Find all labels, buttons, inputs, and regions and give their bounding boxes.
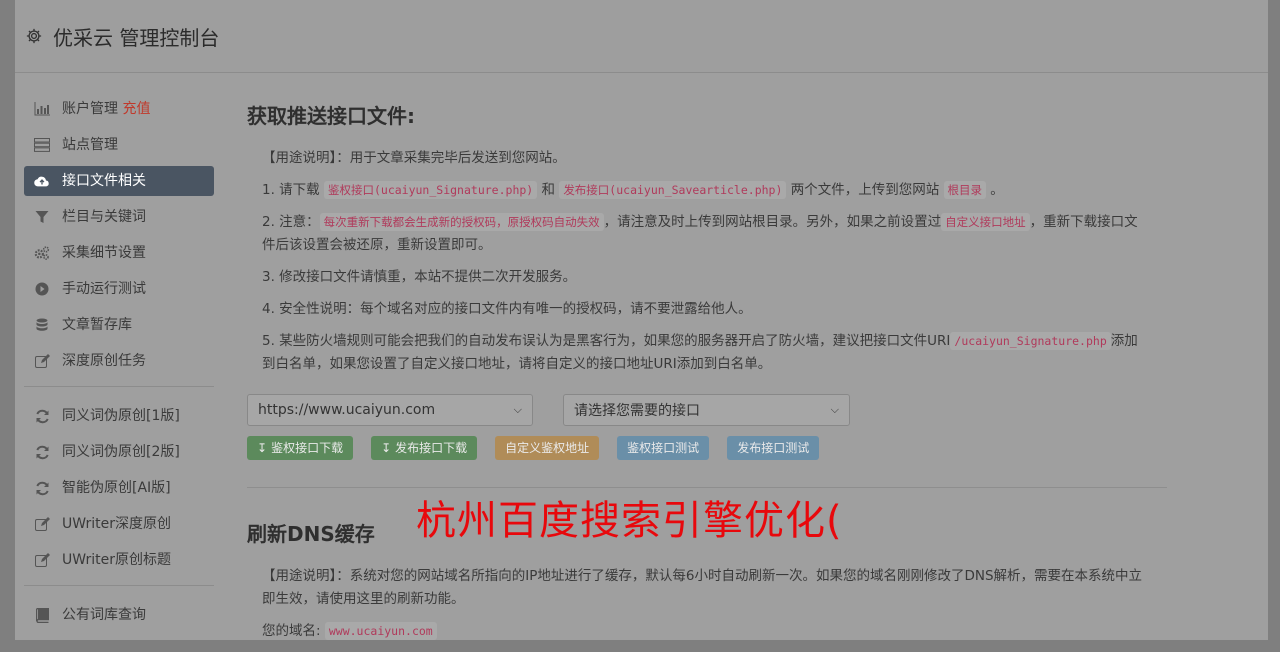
filter-icon xyxy=(34,209,50,225)
sidebar-item-synonym-v2[interactable]: 同义词伪原创[2版] xyxy=(24,437,214,467)
sidebar-item-label: 智能伪原创[AI版] xyxy=(62,480,171,496)
instruction-3: 3. 修改接口文件请慎重，本站不提供二次开发服务。 xyxy=(262,269,577,285)
sidebar-item-label: 接口文件相关 xyxy=(62,173,146,189)
code-auth-warning: 每次重新下载都会生成新的授权码，原授权码自动失效 xyxy=(319,213,604,231)
sidebar-item-label: 公有词库查询 xyxy=(62,607,146,623)
download-publish-button[interactable]: ↧ 发布接口下载 xyxy=(371,436,478,460)
domain-value: www.ucaiyun.com xyxy=(324,622,437,640)
sidebar-item-ai-rewrite[interactable]: 智能伪原创[AI版] xyxy=(24,473,214,503)
download-icon: ↧ xyxy=(257,441,268,455)
button-row: ↧ 鉴权接口下载 ↧ 发布接口下载 自定义鉴权地址 鉴权接口测试 发布接口测试 xyxy=(247,436,1147,460)
sidebar-item-article-storage[interactable]: 文章暂存库 xyxy=(24,310,214,340)
dns-usage-note: 【用途说明】：系统对您的网站域名所指向的IP地址进行了缓存，默认每6小时自动刷新… xyxy=(262,568,1143,607)
play-circle-icon xyxy=(34,281,50,297)
sidebar-item-label: 栏目与关键词 xyxy=(62,209,146,225)
app-title: 优采云 管理控制台 xyxy=(53,25,220,50)
instruction-2: 2. 注意： 每次重新下载都会生成新的授权码，原授权码自动失效 ，请注意及时上传到网… xyxy=(262,213,1138,253)
sidebar-item-public-lexicon[interactable]: 公有词库查询 xyxy=(24,600,214,630)
sidebar-item-synonym-v1[interactable]: 同义词伪原创[1版] xyxy=(24,401,214,431)
download-signature-button[interactable]: ↧ 鉴权接口下载 xyxy=(247,436,354,460)
chevron-down-icon: ⌵ xyxy=(830,403,839,416)
sidebar-item-label: 同义词伪原创[2版] xyxy=(62,444,180,460)
main-content: 获取推送接口文件: 【用途说明】：用于文章采集完毕后发送到您网站。 1. 请下载… xyxy=(247,100,1167,652)
sidebar: 账户管理 充值 站点管理 接口文件相关 栏目与关键词 采集细节设置 手动运行测试… xyxy=(24,94,214,636)
chevron-down-icon: ⌵ xyxy=(513,403,522,416)
sidebar-item-label: 站点管理 xyxy=(62,137,118,153)
sidebar-item-label: 深度原创任务 xyxy=(62,353,146,369)
sidebar-item-label: UWriter原创标题 xyxy=(62,552,171,568)
test-signature-button[interactable]: 鉴权接口测试 xyxy=(617,436,710,460)
instruction-4: 4. 安全性说明：每个域名对应的接口文件内有唯一的授权码，请不要泄露给他人。 xyxy=(262,301,752,317)
sidebar-divider xyxy=(24,585,214,586)
database-icon xyxy=(34,317,50,333)
code-signature-uri: /ucaiyun_Signature.php xyxy=(950,332,1111,350)
sidebar-item-categories[interactable]: 栏目与关键词 xyxy=(24,202,214,232)
refresh-icon xyxy=(34,444,50,460)
test-publish-button[interactable]: 发布接口测试 xyxy=(727,436,820,460)
sidebar-item-uwriter-title[interactable]: UWriter原创标题 xyxy=(24,545,214,575)
overlay-watermark-text: 杭州百度搜索引擎优化( xyxy=(416,498,843,544)
select-row: https://www.ucaiyun.com ⌵ 请选择您需要的接口 ⌵ xyxy=(247,394,1147,426)
server-icon xyxy=(34,137,50,153)
domain-label: 您的域名: xyxy=(262,623,321,639)
sidebar-item-label: 同义词伪原创[1版] xyxy=(62,408,180,424)
edit-icon xyxy=(34,552,50,568)
section-title-interface: 获取推送接口文件: xyxy=(247,104,415,128)
cogs-icon xyxy=(34,245,50,261)
refresh-icon xyxy=(34,408,50,424)
instruction-1: 1. 请下载 鉴权接口(ucaiyun_Signature.php) 和 发布接… xyxy=(262,181,1004,199)
code-custom-url: 自定义接口地址 xyxy=(941,213,1030,231)
sidebar-item-deep-original[interactable]: 深度原创任务 xyxy=(24,346,214,376)
sidebar-item-label: UWriter深度原创 xyxy=(62,516,171,532)
custom-auth-url-button[interactable]: 自定义鉴权地址 xyxy=(495,436,600,460)
code-signature-file: 鉴权接口(ucaiyun_Signature.php) xyxy=(323,181,538,199)
sidebar-item-uwriter-deep[interactable]: UWriter深度原创 xyxy=(24,509,214,539)
book-icon xyxy=(34,607,50,623)
sidebar-item-sites[interactable]: 站点管理 xyxy=(24,130,214,160)
sidebar-item-label: 文章暂存库 xyxy=(62,317,132,333)
topup-link[interactable]: 充值 xyxy=(122,101,150,117)
sidebar-item-label: 手动运行测试 xyxy=(62,281,146,297)
download-icon: ↧ xyxy=(381,441,392,455)
top-bar: 优采云 管理控制台 xyxy=(15,0,1268,73)
instruction-5: 5. 某些防火墙规则可能会把我们的自动发布误认为是黑客行为，如果您的服务器开启了… xyxy=(262,332,1138,372)
api-select-value: 请选择您需要的接口 xyxy=(574,403,700,419)
brand[interactable]: 优采云 管理控制台 xyxy=(25,22,219,51)
site-select[interactable]: https://www.ucaiyun.com ⌵ xyxy=(247,394,533,426)
gear-icon xyxy=(26,28,42,44)
sidebar-item-account[interactable]: 账户管理 充值 xyxy=(24,94,214,124)
cloud-upload-icon xyxy=(34,173,50,189)
sidebar-item-collect-settings[interactable]: 采集细节设置 xyxy=(24,238,214,268)
edit-icon xyxy=(34,516,50,532)
sidebar-item-manual-run[interactable]: 手动运行测试 xyxy=(24,274,214,304)
sidebar-item-interface-files[interactable]: 接口文件相关 xyxy=(24,166,214,196)
api-select[interactable]: 请选择您需要的接口 ⌵ xyxy=(563,394,850,426)
bar-chart-icon xyxy=(34,101,50,117)
site-select-value: https://www.ucaiyun.com xyxy=(258,402,436,418)
sidebar-item-label: 采集细节设置 xyxy=(62,245,146,261)
refresh-icon xyxy=(34,480,50,496)
code-root-dir: 根目录 xyxy=(943,181,986,199)
edit-icon xyxy=(34,353,50,369)
sidebar-divider xyxy=(24,386,214,387)
sidebar-item-label: 账户管理 xyxy=(62,101,118,117)
code-publish-file: 发布接口(ucaiyun_Savearticle.php) xyxy=(559,181,787,199)
usage-note: 【用途说明】：用于文章采集完毕后发送到您网站。 xyxy=(262,150,566,166)
